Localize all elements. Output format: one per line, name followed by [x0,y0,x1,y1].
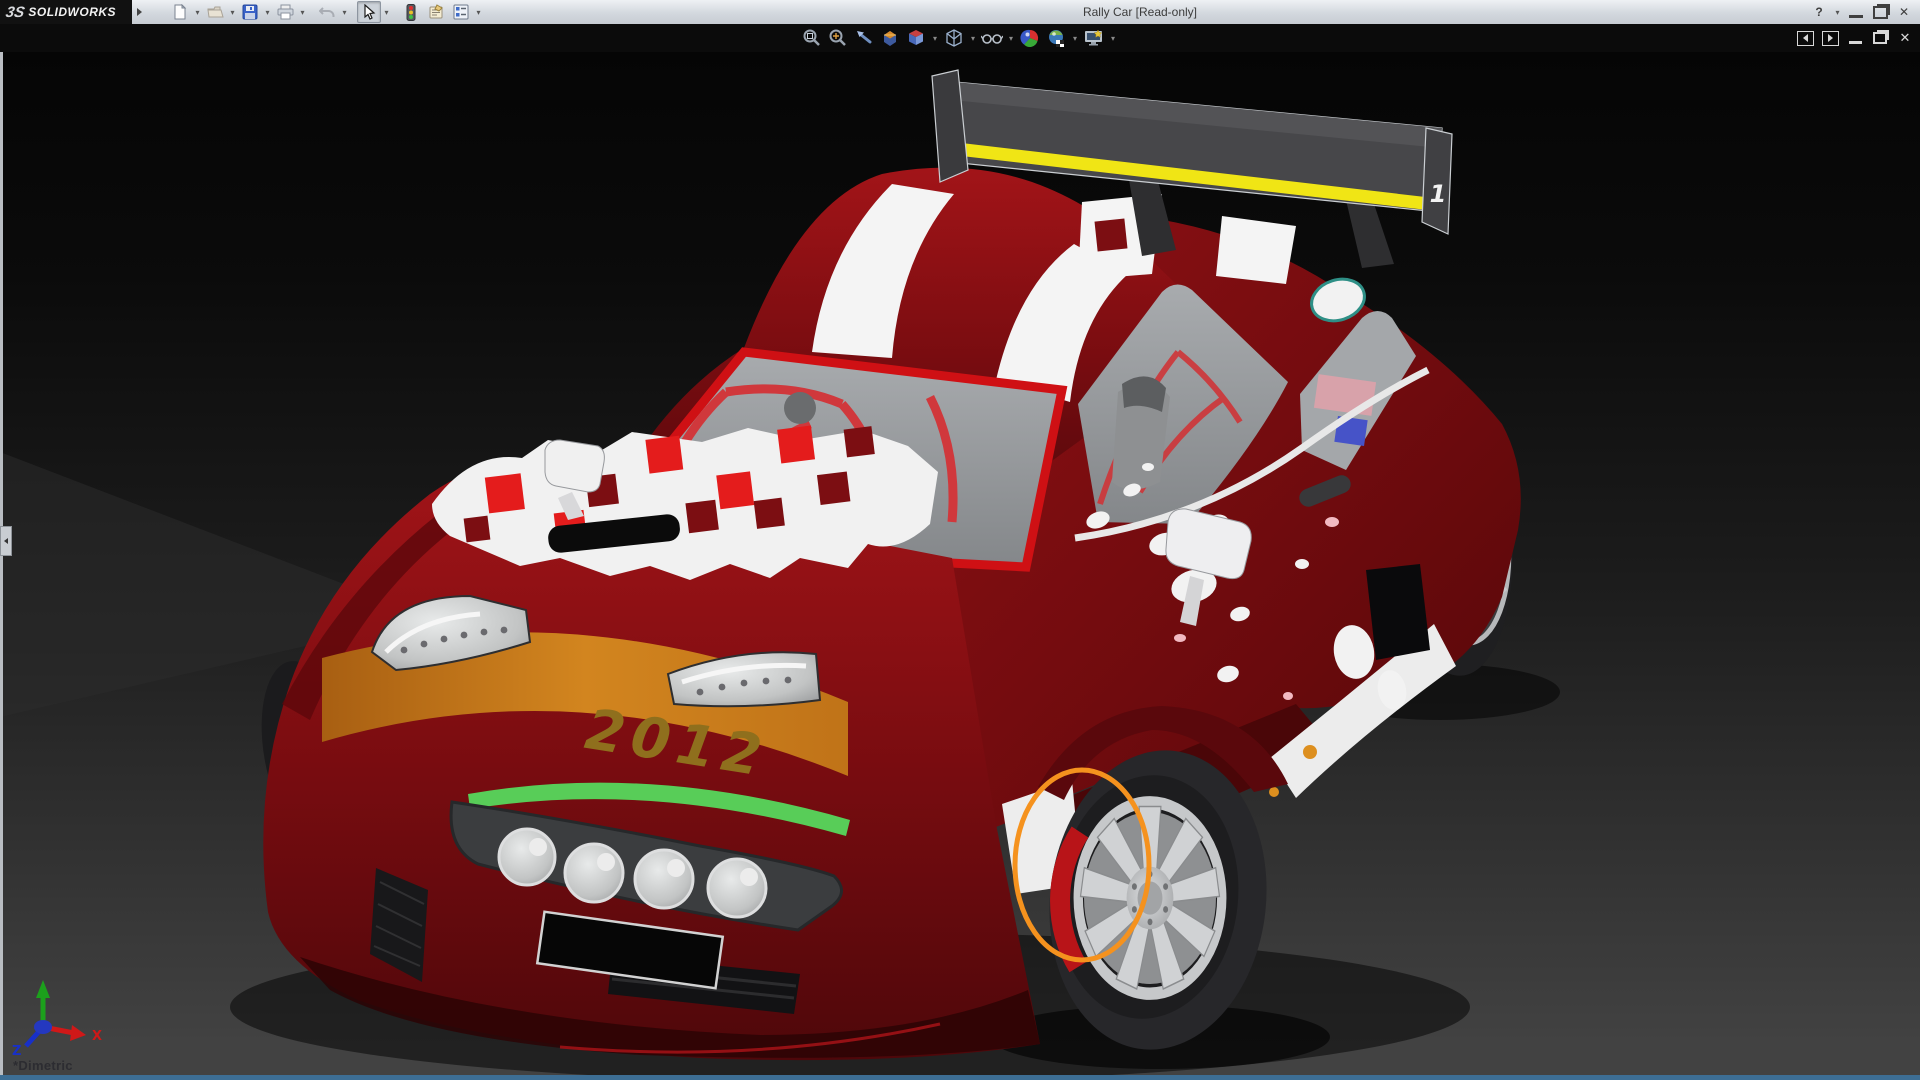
doc-close-icon: ✕ [1900,30,1911,46]
rally-car-model: 2012 [0,52,1920,1075]
zoom-to-area-icon [828,28,848,48]
solidworks-logo-mark-icon: 3S [4,4,26,21]
rebuild-button[interactable] [399,1,423,23]
new-document-button[interactable] [168,1,192,23]
save-floppy-icon [242,4,258,20]
collapse-left-panel-button[interactable] [1796,29,1814,47]
traffic-light-icon [406,4,416,21]
app-close-button[interactable]: ✕ [1894,2,1914,22]
viewport-top-bar: ▾ ▾ ▾ ▾ ▾ ✕ [0,24,1920,52]
display-style-cube-icon [944,28,964,48]
solidworks-logo-text: SOLIDWORKS [28,5,116,19]
display-style-dropdown[interactable]: ▾ [968,26,978,50]
view-settings-monitor-icon [1083,28,1105,48]
minimize-icon [1849,15,1863,18]
heads-up-view-toolbar: ▾ ▾ ▾ ▾ ▾ [800,24,1118,52]
open-folder-icon [207,4,224,20]
feature-panel-collapse-tab[interactable] [0,526,12,556]
options-dropdown[interactable]: ▾ [474,2,483,22]
undo-dropdown[interactable]: ▾ [340,2,349,22]
apply-scene-icon [1046,28,1066,48]
side-intake [1366,564,1430,660]
collapse-left-icon [1797,31,1814,46]
apply-scene-dropdown[interactable]: ▾ [1070,26,1080,50]
appearance-sphere-icon [1020,28,1040,48]
triad-x-label: X [92,1029,102,1044]
triad-z-label: Z [12,1044,21,1059]
standard-toolbar: ▾ ▾ ▾ ▾ ▾ ▾ [168,0,483,24]
doc-minimize-icon [1849,41,1862,44]
document-window-controls: ✕ [1796,24,1914,52]
panel-splitter[interactable] [0,52,3,1075]
undo-arrow-icon [319,4,336,20]
new-document-dropdown[interactable]: ▾ [193,2,202,22]
edit-appearance-button[interactable] [1018,26,1042,50]
printer-icon [277,4,294,20]
title-bar: 3S SOLIDWORKS ▾ ▾ ▾ ▾ ▾ ▾ [0,0,1920,25]
doc-minimize-button[interactable] [1846,29,1864,47]
new-document-icon [172,4,188,20]
section-view-button[interactable] [878,26,902,50]
collapse-right-icon [1822,31,1839,46]
collapse-right-panel-button[interactable] [1821,29,1839,47]
solidworks-window: 3S SOLIDWORKS ▾ ▾ ▾ ▾ ▾ ▾ [0,0,1920,1080]
help-icon: ? [1815,5,1822,19]
view-orientation-button[interactable] [904,26,928,50]
display-style-button[interactable] [942,26,966,50]
open-dropdown[interactable]: ▾ [228,2,237,22]
open-button[interactable] [203,1,227,23]
options-checklist-icon [453,4,469,20]
restore-icon [1873,6,1888,19]
close-icon: ✕ [1899,5,1909,19]
save-button[interactable] [238,1,262,23]
file-properties-icon [428,4,445,20]
hide-show-items-button[interactable] [980,26,1004,50]
previous-view-button[interactable] [852,26,876,50]
select-button[interactable] [357,1,381,23]
app-window-controls: ? ▾ ✕ [1809,0,1914,24]
doc-restore-icon [1873,32,1887,44]
hide-show-items-dropdown[interactable]: ▾ [1006,26,1016,50]
flyout-arrow-icon [137,8,142,16]
view-orientation-label: *Dimetric [13,1058,73,1073]
help-dropdown[interactable]: ▾ [1833,2,1842,22]
print-button[interactable] [273,1,297,23]
app-minimize-button[interactable] [1846,2,1866,22]
help-button[interactable]: ? [1809,2,1829,22]
view-orientation-cube-icon [906,28,926,48]
view-orientation-dropdown[interactable]: ▾ [930,26,940,50]
zoom-to-fit-button[interactable] [800,26,824,50]
doc-close-button[interactable]: ✕ [1896,29,1914,47]
app-restore-button[interactable] [1870,2,1890,22]
file-properties-button[interactable] [424,1,448,23]
view-settings-dropdown[interactable]: ▾ [1108,26,1118,50]
print-dropdown[interactable]: ▾ [298,2,307,22]
zoom-to-area-button[interactable] [826,26,850,50]
zoom-to-fit-icon [802,28,822,48]
doc-restore-button[interactable] [1871,29,1889,47]
previous-view-icon [854,28,874,48]
window-bottom-border [0,1075,1920,1080]
solidworks-logo[interactable]: 3S SOLIDWORKS [0,0,132,24]
options-button[interactable] [449,1,473,23]
select-cursor-icon [362,4,376,20]
section-view-icon [880,28,900,48]
document-title: Rally Car [Read-only] [1040,0,1240,24]
apply-scene-button[interactable] [1044,26,1068,50]
menu-flyout-arrow[interactable] [133,2,145,22]
model-viewport[interactable]: 2012 [0,52,1920,1075]
undo-button[interactable] [315,1,339,23]
eyeglasses-icon [981,28,1003,48]
select-dropdown[interactable]: ▾ [382,2,391,22]
save-dropdown[interactable]: ▾ [263,2,272,22]
view-settings-button[interactable] [1082,26,1106,50]
car-number-text: 1 [1430,180,1447,208]
orientation-triad: X Z [12,980,102,1059]
collapse-arrow-icon [4,538,8,544]
